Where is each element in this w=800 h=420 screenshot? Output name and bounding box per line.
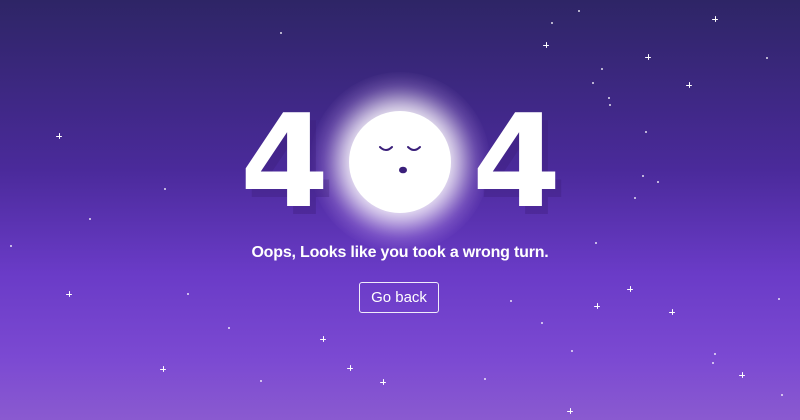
star-dot (89, 218, 91, 220)
star-dot (510, 300, 512, 302)
star-dot (601, 68, 603, 70)
star-dot (541, 322, 543, 324)
error-digit-left: 4 (240, 88, 330, 237)
star-dot (766, 57, 768, 59)
sparkle-icon (669, 309, 675, 315)
star-dot (657, 181, 659, 183)
mouth (399, 166, 407, 174)
star-dot (778, 298, 780, 300)
sparkle-icon (160, 366, 166, 372)
star-dot (609, 104, 611, 106)
star-dot (712, 362, 714, 364)
sparkle-icon (347, 365, 353, 371)
sparkle-icon (645, 54, 651, 60)
sparkle-icon (320, 336, 326, 342)
sparkle-icon (594, 303, 600, 309)
star-dot (164, 188, 166, 190)
star-dot (781, 394, 783, 396)
star-dot (551, 22, 553, 24)
moon-face (379, 146, 421, 174)
go-back-button[interactable]: Go back (359, 282, 439, 313)
sleeping-moon-icon (349, 111, 451, 213)
sparkle-icon (567, 408, 573, 414)
star-dot (634, 197, 636, 199)
star-dot (642, 175, 644, 177)
star-dot (280, 32, 282, 34)
sparkle-icon (380, 379, 386, 385)
star-dot (260, 380, 262, 382)
star-dot (228, 327, 230, 329)
star-dot (187, 293, 189, 295)
closed-eye-left (379, 146, 393, 151)
sparkle-icon (739, 372, 745, 378)
star-dot (571, 350, 573, 352)
star-dot (592, 82, 594, 84)
not-found-page: 4 4 Oops, Looks like you took a wrong tu… (0, 0, 800, 420)
sparkle-icon (66, 291, 72, 297)
star-dot (484, 378, 486, 380)
closed-eye-right (407, 146, 421, 151)
sparkle-icon (627, 286, 633, 292)
sparkle-icon (543, 42, 549, 48)
sparkle-icon (686, 82, 692, 88)
sparkle-icon (712, 16, 718, 22)
error-message: Oops, Looks like you took a wrong turn. (251, 244, 549, 261)
star-dot (578, 10, 580, 12)
sparkle-icon (56, 133, 62, 139)
star-dot (714, 353, 716, 355)
error-digit-right: 4 (472, 88, 562, 237)
star-dot (608, 97, 610, 99)
star-dot (645, 131, 647, 133)
